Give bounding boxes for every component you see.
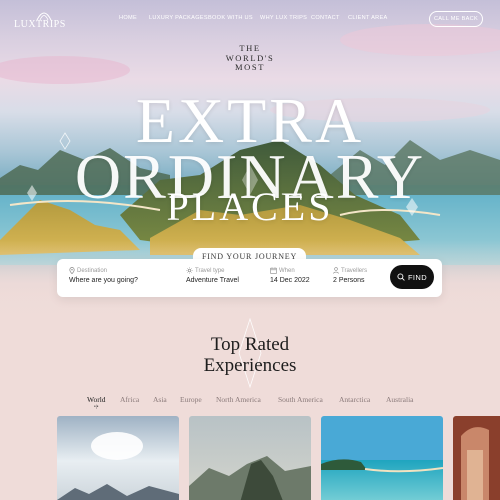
main-menu: HOME LUXURY PACKAGES BOOK WITH US WHY LU…: [0, 15, 500, 25]
when-input[interactable]: 14 Dec 2022: [270, 277, 310, 284]
tab-world-label: World: [87, 395, 106, 404]
nav-home[interactable]: HOME: [119, 15, 137, 21]
tab-australia[interactable]: Australia: [386, 395, 414, 404]
card-image-island-beach: [321, 416, 443, 500]
tab-south-america[interactable]: South America: [278, 395, 323, 404]
tab-africa[interactable]: Africa: [120, 395, 139, 404]
top-nav: LUXTRIPS HOME LUXURY PACKAGES BOOK WITH …: [0, 0, 500, 38]
travellers-field[interactable]: Travellers 2 Persons: [333, 267, 367, 284]
call-me-back-button[interactable]: CALL ME BACK: [429, 11, 483, 27]
tab-north-america[interactable]: North America: [216, 395, 261, 404]
nav-luxury-packages[interactable]: LUXURY PACKAGES: [149, 15, 208, 21]
travellers-select[interactable]: 2 Persons: [333, 277, 367, 284]
experience-card[interactable]: [453, 416, 500, 500]
sun-icon: [186, 267, 193, 274]
when-label: When: [279, 267, 295, 274]
tab-europe[interactable]: Europe: [180, 395, 202, 404]
tab-antarctica[interactable]: Antarctica: [339, 395, 370, 404]
travellers-label: Travellers: [341, 267, 368, 274]
active-tab-indicator: •|•: [94, 405, 99, 410]
search-bar: Destination Where are you going? Travel …: [57, 259, 442, 297]
nav-book-with-us[interactable]: BOOK WITH US: [208, 15, 253, 21]
region-tabs: World •|• Africa Asia Europe North Ameri…: [0, 395, 500, 411]
hero-headline-line-3: PLACES: [166, 184, 334, 229]
travel-type-label: Travel type: [195, 267, 225, 274]
tab-asia[interactable]: Asia: [153, 395, 167, 404]
section-title-line: Experiences: [203, 355, 297, 376]
experience-card[interactable]: [321, 416, 443, 500]
person-icon: [333, 267, 339, 274]
hero-kicker-line: MOST: [234, 62, 266, 72]
experience-card[interactable]: [57, 416, 179, 500]
tab-world[interactable]: World •|•: [87, 395, 106, 410]
travel-type-select[interactable]: Adventure Travel: [186, 277, 239, 284]
nav-contact[interactable]: CONTACT: [311, 15, 340, 21]
card-image-petra-canyon: [453, 416, 500, 500]
nav-why-lux-trips[interactable]: WHY LUX TRIPS: [260, 15, 307, 21]
travel-type-field[interactable]: Travel type Adventure Travel: [186, 267, 239, 284]
search-icon: [397, 273, 405, 281]
destination-label: Destination: [77, 267, 108, 274]
experience-card[interactable]: [189, 416, 311, 500]
pin-icon: [69, 267, 75, 274]
hero-kicker: THE WORLD'S MOST: [200, 43, 300, 73]
section-title: Top Rated Experiences: [150, 334, 350, 376]
when-field[interactable]: When 14 Dec 2022: [270, 267, 310, 284]
find-button[interactable]: FIND: [390, 265, 434, 289]
card-image-mountains: [57, 416, 179, 500]
calendar-icon: [270, 267, 277, 274]
destination-input[interactable]: Where are you going?: [69, 277, 138, 284]
card-image-machu-picchu: [189, 416, 311, 500]
nav-client-area[interactable]: CLIENT AREA: [348, 15, 388, 21]
destination-field[interactable]: Destination Where are you going?: [69, 267, 138, 284]
section-title-line: Top Rated: [210, 334, 290, 355]
find-button-label: FIND: [407, 272, 428, 282]
